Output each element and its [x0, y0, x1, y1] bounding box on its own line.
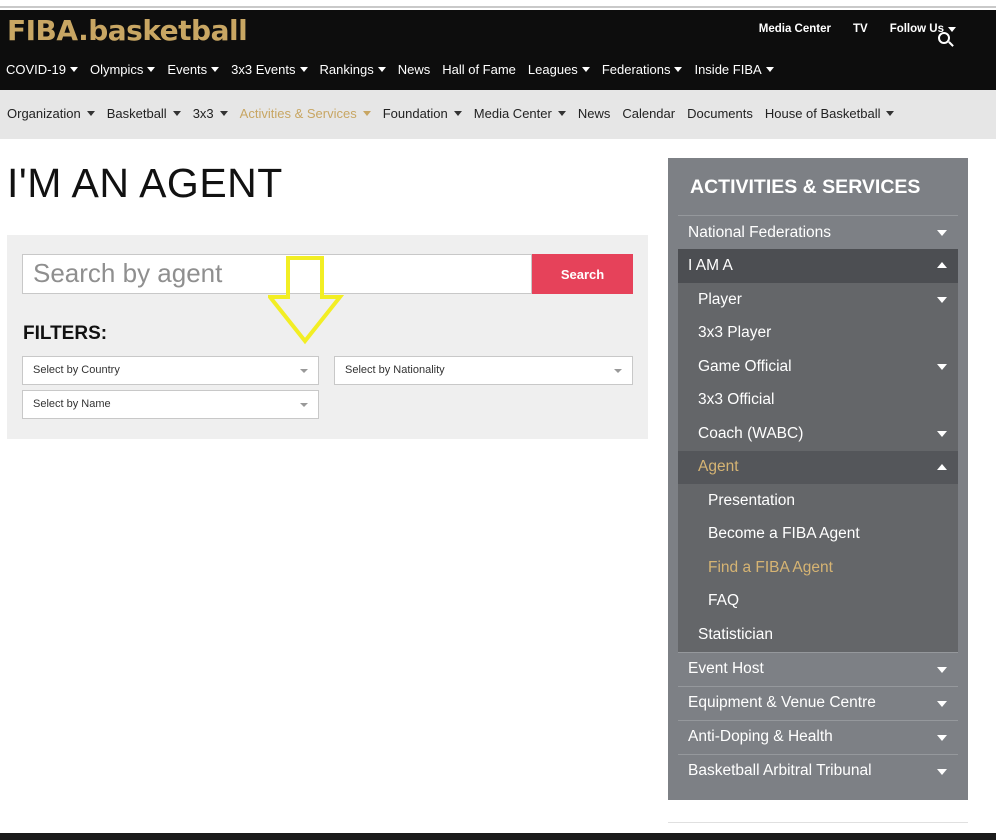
sidebar-bottom-divider — [668, 822, 968, 823]
sub-nav-basketball[interactable]: Basketball — [107, 106, 181, 121]
chevron-down-icon — [219, 111, 228, 116]
chevron-down-icon — [211, 67, 220, 72]
search-icon[interactable] — [938, 32, 956, 50]
sidebar-item-player[interactable]: Player — [678, 283, 958, 317]
main-nav-news[interactable]: News — [398, 62, 431, 77]
chevron-down-icon — [362, 111, 371, 116]
filters-label: FILTERS: — [23, 323, 108, 344]
header-bar: FIBA.basketball Media Center TV Follow U… — [0, 10, 996, 90]
sidebar: ACTIVITIES & SERVICES National Federatio… — [668, 158, 968, 800]
sidebar-item-event-host[interactable]: Event Host — [678, 651, 958, 686]
follow-us-label: Follow Us — [889, 23, 944, 35]
chevron-down-icon — [674, 67, 683, 72]
sub-nav: Organization Basketball 3x3 Activities &… — [0, 90, 996, 139]
nationality-select[interactable]: Select by Nationality — [334, 356, 633, 385]
down-arrow-annotation-icon — [268, 256, 344, 345]
sidebar-item-faq[interactable]: FAQ — [678, 584, 958, 618]
fiba-logo[interactable]: FIBA.basketball — [7, 14, 248, 47]
nationality-select-label: Select by Nationality — [345, 364, 445, 376]
name-select[interactable]: Select by Name — [22, 390, 319, 419]
utility-media-center[interactable]: Media Center — [759, 23, 831, 35]
main-nav-inside-fiba[interactable]: Inside FIBA — [694, 62, 774, 77]
main-nav-leagues[interactable]: Leagues — [528, 62, 590, 77]
main-nav-3x3-events[interactable]: 3x3 Events — [231, 62, 308, 77]
sidebar-item-presentation[interactable]: Presentation — [678, 484, 958, 518]
sub-nav-3x3[interactable]: 3x3 — [193, 106, 228, 121]
sub-nav-media-center[interactable]: Media Center — [474, 106, 566, 121]
main-nav-federations[interactable]: Federations — [602, 62, 683, 77]
chevron-down-icon — [937, 297, 947, 303]
chevron-down-icon — [937, 230, 947, 236]
chevron-down-icon — [614, 369, 622, 373]
sidebar-item-equipment-venue[interactable]: Equipment & Venue Centre — [678, 685, 958, 720]
chevron-down-icon — [377, 67, 386, 72]
main-nav-rankings[interactable]: Rankings — [320, 62, 386, 77]
sub-nav-documents[interactable]: Documents — [687, 106, 753, 121]
sub-nav-activities-services[interactable]: Activities & Services — [240, 106, 371, 121]
sidebar-item-find-fiba-agent[interactable]: Find a FIBA Agent — [678, 551, 958, 585]
main-nav-hall-of-fame[interactable]: Hall of Fame — [442, 62, 516, 77]
chevron-down-icon — [937, 666, 947, 673]
name-select-label: Select by Name — [33, 398, 111, 410]
chevron-down-icon — [86, 111, 95, 116]
chevron-down-icon — [147, 67, 156, 72]
chevron-down-icon — [937, 700, 947, 707]
sub-nav-house-of-basketball[interactable]: House of Basketball — [765, 106, 895, 121]
chevron-down-icon — [299, 67, 308, 72]
main-nav: COVID-19 Olympics Events 3x3 Events Rank… — [6, 62, 786, 77]
chevron-down-icon — [172, 111, 181, 116]
sidebar-item-arbitral-tribunal[interactable]: Basketball Arbitral Tribunal — [678, 753, 958, 788]
chevron-down-icon — [937, 768, 947, 775]
main-nav-covid19[interactable]: COVID-19 — [6, 62, 78, 77]
country-select-label: Select by Country — [33, 364, 120, 376]
sidebar-item-agent[interactable]: Agent — [678, 450, 958, 484]
footer-strip — [0, 833, 996, 840]
chevron-down-icon — [765, 67, 774, 72]
chevron-down-icon — [300, 369, 308, 373]
chevron-down-icon — [557, 111, 566, 116]
chevron-down-icon — [300, 403, 308, 407]
sidebar-item-coach-wabc[interactable]: Coach (WABC) — [678, 417, 958, 451]
chevron-up-icon — [937, 463, 947, 470]
main-nav-events[interactable]: Events — [167, 62, 220, 77]
chevron-down-icon — [69, 67, 78, 72]
sidebar-item-become-fiba-agent[interactable]: Become a FIBA Agent — [678, 517, 958, 551]
sidebar-item-statistician[interactable]: Statistician — [678, 618, 958, 652]
sidebar-item-3x3-player[interactable]: 3x3 Player — [678, 316, 958, 350]
chevron-up-icon — [937, 262, 947, 268]
sidebar-title: ACTIVITIES & SERVICES — [690, 176, 921, 198]
chevron-down-icon — [937, 364, 947, 370]
chevron-down-icon — [886, 111, 895, 116]
sidebar-item-game-official[interactable]: Game Official — [678, 350, 958, 384]
sidebar-item-national-federations[interactable]: National Federations — [678, 215, 958, 249]
sub-nav-calendar[interactable]: Calendar — [622, 106, 675, 121]
chevron-down-icon — [937, 431, 947, 437]
utility-tv[interactable]: TV — [853, 23, 868, 35]
sidebar-item-3x3-official[interactable]: 3x3 Official — [678, 383, 958, 417]
page-title: I'M AN AGENT — [7, 160, 283, 206]
sidebar-item-i-am-a[interactable]: I AM A — [678, 249, 958, 283]
main-nav-olympics[interactable]: Olympics — [90, 62, 156, 77]
browser-top-strip — [0, 0, 996, 8]
sidebar-item-anti-doping[interactable]: Anti-Doping & Health — [678, 719, 958, 754]
sub-nav-news[interactable]: News — [578, 106, 611, 121]
utility-nav: Media Center TV Follow Us — [759, 23, 956, 35]
sub-nav-organization[interactable]: Organization — [7, 106, 95, 121]
chevron-down-icon — [581, 67, 590, 72]
search-button[interactable]: Search — [532, 254, 633, 294]
country-select[interactable]: Select by Country — [22, 356, 319, 385]
chevron-down-icon — [937, 734, 947, 741]
sub-nav-foundation[interactable]: Foundation — [383, 106, 462, 121]
sidebar-menu: National Federations I AM A Player 3x3 P… — [678, 215, 958, 788]
chevron-down-icon — [453, 111, 462, 116]
